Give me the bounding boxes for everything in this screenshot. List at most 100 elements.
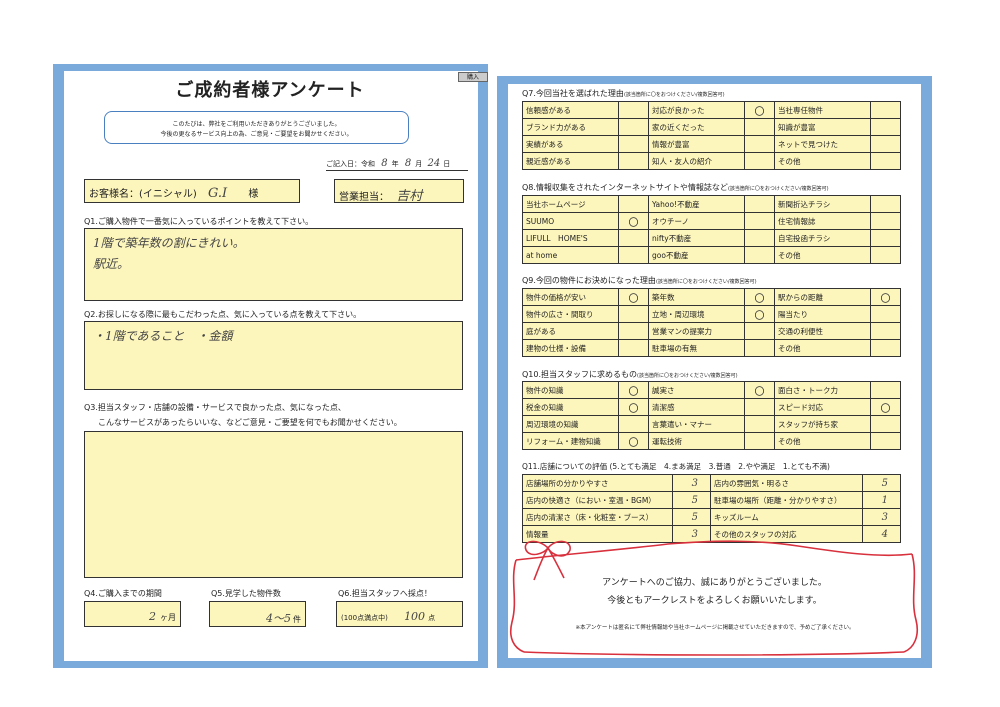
q10-option-checkbox[interactable] — [618, 415, 649, 433]
q10-option-label: その他 — [774, 432, 871, 450]
q7-option-checkbox[interactable] — [618, 152, 649, 170]
q11-score-field[interactable]: 5 — [672, 508, 711, 526]
q8-option-label: LIFULL HOME'S — [522, 229, 619, 247]
q9-option-checkbox[interactable] — [744, 339, 775, 357]
q9-option-checkbox[interactable]: 〇 — [870, 288, 901, 306]
q7-option-checkbox[interactable] — [618, 101, 649, 119]
q10-option-checkbox[interactable] — [870, 432, 901, 450]
q8-option-checkbox[interactable] — [870, 246, 901, 264]
q8-option-checkbox[interactable] — [744, 229, 775, 247]
q9-option-label: 物件の価格が安い — [522, 288, 619, 306]
q11-score-field[interactable]: 3 — [862, 508, 901, 526]
q10-option-checkbox[interactable] — [870, 381, 901, 399]
q1-answer-box[interactable]: 1階で築年数の割にきれい。 駅近。 — [84, 228, 463, 301]
q7-option-checkbox[interactable] — [744, 118, 775, 136]
q10-option-checkbox[interactable]: 〇 — [744, 381, 775, 399]
q11-score-field[interactable]: 5 — [862, 474, 901, 492]
q8-row: at home goo不動産 その他 — [522, 246, 901, 264]
q10-option-checkbox[interactable]: 〇 — [618, 398, 649, 416]
q6-unit: 点 — [428, 614, 436, 622]
q7-option-checkbox[interactable] — [870, 101, 901, 119]
greeting-box: このたびは、弊社をご利用いただきありがとうございました。 今後の更なるサービス向… — [104, 111, 409, 144]
q7-option-label: 当社専任物件 — [774, 101, 871, 119]
q7-option-label: 知人・友人の紹介 — [648, 152, 745, 170]
q11-score-field[interactable]: 1 — [862, 491, 901, 509]
q7-row: ブランド力がある 家の近くだった 知識が豊富 — [522, 118, 901, 136]
q8-option-label: その他 — [774, 246, 871, 264]
date-year: 8 — [381, 158, 388, 169]
q8-option-label: 新聞折込チラシ — [774, 195, 871, 213]
q2-answer-box[interactable]: ・1階であること ・金額 — [84, 321, 463, 390]
q10-option-checkbox[interactable]: 〇 — [618, 381, 649, 399]
sales-staff-field[interactable]: 営業担当： 吉村 — [334, 179, 464, 204]
date-month-unit: 月 — [415, 160, 423, 168]
q5-answer-box[interactable]: 4〜5 件 — [209, 601, 306, 627]
q8-option-checkbox[interactable] — [618, 195, 649, 213]
q6-value: 100 — [404, 610, 426, 623]
q9-option-checkbox[interactable]: 〇 — [744, 288, 775, 306]
q8-option-checkbox[interactable] — [618, 229, 649, 247]
q10-option-checkbox[interactable] — [870, 415, 901, 433]
date-month: 8 — [404, 158, 412, 169]
q8-option-checkbox[interactable] — [744, 246, 775, 264]
q9-option-checkbox[interactable] — [870, 305, 901, 323]
q9-option-checkbox[interactable] — [618, 322, 649, 340]
q9-option-label: 物件の広さ・間取り — [522, 305, 619, 323]
q10-option-label: 周辺環境の知識 — [522, 415, 619, 433]
q7-option-checkbox[interactable] — [744, 135, 775, 153]
q8-option-checkbox[interactable] — [870, 229, 901, 247]
q10-row: 税金の知識〇清潔感 スピード対応〇 — [522, 398, 901, 416]
q7-row: 親近感がある 知人・友人の紹介 その他 — [522, 152, 901, 170]
q10-option-checkbox[interactable]: 〇 — [870, 398, 901, 416]
q7-row: 実績がある 情報が豊富 ネットで見つけた — [522, 135, 901, 153]
q6-answer-box[interactable]: (100点満点中) 100 点 — [336, 601, 463, 627]
q9-option-checkbox[interactable]: 〇 — [618, 288, 649, 306]
q10-option-label: 誠実さ — [648, 381, 745, 399]
q10-option-checkbox[interactable] — [744, 398, 775, 416]
q10-title-text: Q10.担当スタッフに求めるもの — [522, 370, 638, 379]
q7-option-label: 信頼感がある — [522, 101, 619, 119]
q7-option-checkbox[interactable] — [870, 118, 901, 136]
q8-row: 当社ホームページ Yahoo!不動産 新聞折込チラシ — [522, 195, 901, 213]
customer-name-field[interactable]: お客様名：(イニシャル) G.I 様 — [84, 179, 300, 203]
q7-option-label: 家の近くだった — [648, 118, 745, 136]
q11-title: Q11.店舗についての評価 (5.とても満足 4.まあ満足 3.普通 2.やや満… — [522, 462, 830, 471]
q8-option-checkbox[interactable] — [744, 212, 775, 230]
q2-answer: ・1階であること ・金額 — [93, 329, 233, 343]
q7-option-checkbox[interactable]: 〇 — [744, 101, 775, 119]
q8-option-checkbox[interactable]: 〇 — [618, 212, 649, 230]
q7-option-label: 情報が豊富 — [648, 135, 745, 153]
q9-option-checkbox[interactable] — [618, 305, 649, 323]
q7-option-checkbox[interactable] — [870, 152, 901, 170]
q9-option-checkbox[interactable] — [618, 339, 649, 357]
q7-option-checkbox[interactable] — [618, 118, 649, 136]
q9-option-checkbox[interactable]: 〇 — [744, 305, 775, 323]
q4-answer-box[interactable]: 2 ヶ月 — [84, 601, 181, 627]
q7-option-label: ブランド力がある — [522, 118, 619, 136]
q11-score-field[interactable]: 3 — [672, 474, 711, 492]
q3-question-line-1: Q3.担当スタッフ・店舗の設備・サービスで良かった点、気になった点、 — [84, 403, 346, 412]
q4-label: Q4.ご購入までの期間 — [84, 589, 162, 598]
q3-answer-box[interactable] — [84, 431, 463, 578]
q8-option-checkbox[interactable] — [870, 195, 901, 213]
q7-option-checkbox[interactable] — [744, 152, 775, 170]
q8-option-label: at home — [522, 246, 619, 264]
q11-score-field[interactable]: 5 — [672, 491, 711, 509]
q8-table: 当社ホームページ Yahoo!不動産 新聞折込チラシ SUUMO 〇オウチーノ 住宅情報誌… — [522, 195, 901, 264]
q10-option-checkbox[interactable] — [744, 415, 775, 433]
q7-option-checkbox[interactable] — [618, 135, 649, 153]
q8-option-checkbox[interactable] — [618, 246, 649, 264]
q9-title: Q9.今回の物件にお決めになった理由(該当箇所に〇をおつけください/複数回答可) — [522, 275, 757, 286]
entry-date: ご記入日：令和 8年 8月 24 日 — [326, 158, 450, 169]
q9-row: 物件の価格が安い〇築年数〇駅からの距離〇 — [522, 288, 901, 306]
q7-option-checkbox[interactable] — [870, 135, 901, 153]
q11-item-label: キッズルーム — [710, 508, 863, 526]
q10-option-checkbox[interactable] — [744, 432, 775, 450]
q8-option-checkbox[interactable] — [870, 212, 901, 230]
q9-option-checkbox[interactable] — [870, 339, 901, 357]
q9-option-checkbox[interactable] — [870, 322, 901, 340]
q10-row: 周辺環境の知識 言葉遣い・マナー スタッフが持ち家 — [522, 415, 901, 433]
q9-option-checkbox[interactable] — [744, 322, 775, 340]
q10-option-checkbox[interactable]: 〇 — [618, 432, 649, 450]
q8-option-checkbox[interactable] — [744, 195, 775, 213]
